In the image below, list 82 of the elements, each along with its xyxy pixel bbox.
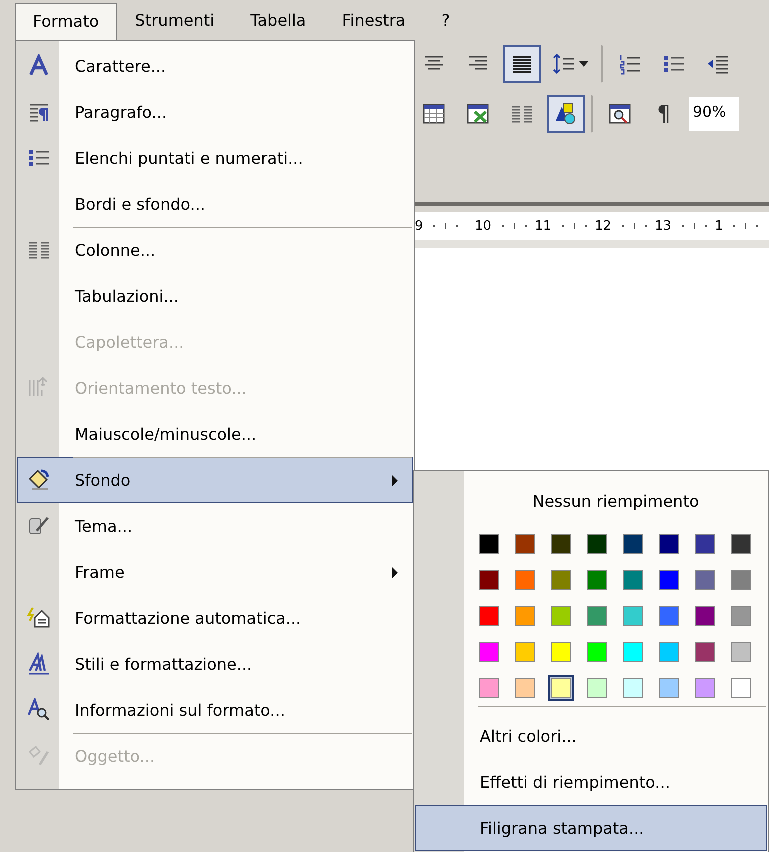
color-swatch[interactable] [620,675,646,701]
color-swatch[interactable] [692,531,718,557]
ruler-number: 1 [715,218,724,234]
autoformat-icon [27,606,51,630]
toolbar-button[interactable] [503,45,541,83]
color-swatch[interactable] [548,603,574,629]
no-fill-button[interactable]: Nessun riempimento [476,479,756,523]
menu-bar-item[interactable]: ? [424,0,468,40]
spreadsheet-icon [466,102,490,126]
color-swatch[interactable] [476,603,502,629]
menu-item[interactable]: Frame [17,549,413,595]
color-swatch[interactable] [656,675,682,701]
color-swatch[interactable] [548,567,574,593]
color-swatch[interactable] [656,531,682,557]
color-swatch[interactable] [620,639,646,665]
color-swatch[interactable] [692,675,718,701]
menu-bar-item[interactable]: Strumenti [117,0,233,40]
menu-item[interactable]: Bordi e sfondo... [17,181,413,227]
color-swatch[interactable] [512,639,538,665]
menu-bar-item[interactable]: Formato [15,3,118,43]
color-swatch[interactable] [476,567,502,593]
color-swatch[interactable] [656,639,682,665]
color-swatch[interactable] [584,603,610,629]
ruler-number: 13 [655,218,672,234]
ruler-number: 10 [475,218,492,234]
color-swatch[interactable] [728,639,754,665]
color-swatch[interactable] [476,639,502,665]
table-icon [422,102,446,126]
ruler-number: 9 [415,218,424,234]
color-swatch[interactable] [692,603,718,629]
font-icon [27,54,51,78]
numbered-list-icon [618,52,642,76]
color-swatch[interactable] [548,675,574,701]
menu-item[interactable]: Colonne... [17,227,413,273]
styles-icon [27,652,51,676]
color-swatch[interactable] [584,639,610,665]
zoom-field[interactable]: 90% [689,97,739,131]
menu-bar-item[interactable]: Finestra [324,0,424,40]
menu-bar-item[interactable]: Tabella [232,0,324,40]
color-swatch[interactable] [584,531,610,557]
color-swatch[interactable] [584,675,610,701]
color-swatch[interactable] [548,531,574,557]
color-swatch[interactable] [512,675,538,701]
toolbar-button[interactable] [547,95,585,133]
color-swatch[interactable] [620,603,646,629]
menu-item[interactable]: Filigrana stampata... [415,805,767,851]
paint-bucket-icon [27,468,51,492]
pilcrow-button[interactable]: ¶ [645,95,683,133]
menu-item[interactable]: Formattazione automatica... [17,595,413,641]
drawing-icon [554,102,578,126]
menu-item[interactable]: Stili e formattazione... [17,641,413,687]
document-map-icon [608,102,632,126]
color-swatch[interactable] [620,567,646,593]
ruler-number: 11 [535,218,552,234]
color-swatch[interactable] [692,567,718,593]
color-swatch[interactable] [728,531,754,557]
color-swatch[interactable] [512,567,538,593]
color-swatch[interactable] [620,531,646,557]
color-swatch[interactable] [656,567,682,593]
menu-item[interactable]: Paragrafo... [17,89,413,135]
color-swatch[interactable] [512,531,538,557]
menu-item[interactable]: Tabulazioni... [17,273,413,319]
menu-item[interactable]: Tema... [17,503,413,549]
menu-item[interactable]: Informazioni sul formato... [17,687,413,733]
color-swatch[interactable] [476,675,502,701]
color-swatch[interactable] [512,603,538,629]
color-swatch[interactable] [728,567,754,593]
color-swatch[interactable] [728,603,754,629]
color-swatch[interactable] [692,639,718,665]
color-swatch[interactable] [548,639,574,665]
color-swatch[interactable] [476,531,502,557]
line-spacing-icon [553,52,577,76]
menu-item[interactable]: Sfondo [17,457,413,503]
ruler-number: 12 [595,218,612,234]
color-swatch[interactable] [728,675,754,701]
color-swatch[interactable] [584,567,610,593]
format-info-icon [27,698,51,722]
menu-item[interactable]: Carattere... [17,43,413,89]
menu-item[interactable]: Elenchi puntati e numerati... [17,135,413,181]
menu-item[interactable]: Maiuscole/minuscole... [17,411,413,457]
menu-item[interactable]: Effetti di riempimento... [415,759,767,805]
color-swatch[interactable] [656,603,682,629]
